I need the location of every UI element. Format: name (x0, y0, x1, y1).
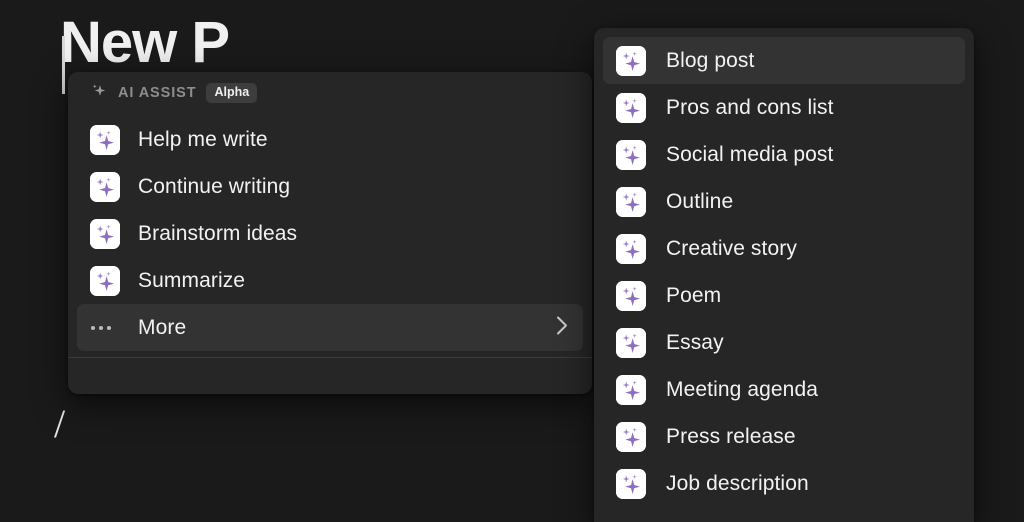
submenu-item-label: Essay (666, 330, 724, 354)
submenu-item-poem[interactable]: Poem (603, 272, 965, 319)
more-submenu: Blog post Pros and cons list Social medi… (594, 28, 974, 522)
chevron-right-icon (554, 314, 570, 341)
sparkle-icon (616, 421, 646, 452)
ai-assist-menu-list: Help me write Continue writing Brainstor… (68, 114, 592, 351)
sparkle-icon (616, 233, 646, 264)
sparkle-icon (616, 139, 646, 170)
submenu-item-label: Poem (666, 283, 722, 307)
sparkle-icon (90, 265, 120, 296)
text-caret (62, 36, 65, 94)
submenu-item-meeting-agenda[interactable]: Meeting agenda (603, 366, 965, 413)
menu-item-label: More (138, 315, 187, 339)
menu-item-more[interactable]: More (77, 304, 583, 351)
submenu-item-essay[interactable]: Essay (603, 319, 965, 366)
more-submenu-list: Blog post Pros and cons list Social medi… (594, 28, 974, 507)
ai-assist-menu-header: AI ASSIST Alpha (68, 72, 592, 114)
submenu-item-label: Blog post (666, 48, 755, 72)
menu-item-summarize[interactable]: Summarize (77, 257, 583, 304)
sparkle-icon (616, 45, 646, 76)
submenu-item-label: Press release (666, 424, 796, 448)
ai-assist-menu: AI ASSIST Alpha Help me write Continue w… (68, 72, 592, 394)
alpha-badge: Alpha (206, 83, 258, 103)
submenu-item-label: Outline (666, 189, 734, 213)
sparkle-icon (616, 186, 646, 217)
submenu-item-label: Meeting agenda (666, 377, 819, 401)
submenu-item-label: Pros and cons list (666, 95, 834, 119)
menu-item-label: Help me write (138, 127, 268, 151)
submenu-item-job-description[interactable]: Job description (603, 460, 965, 507)
sparkle-icon (616, 374, 646, 405)
sparkle-icon (616, 280, 646, 311)
submenu-item-blog-post[interactable]: Blog post (603, 37, 965, 84)
submenu-item-press-release[interactable]: Press release (603, 413, 965, 460)
slash-command-text: / (54, 401, 66, 446)
sparkle-icon (616, 468, 646, 499)
menu-footer (68, 358, 592, 388)
menu-item-label: Brainstorm ideas (138, 221, 298, 245)
submenu-item-label: Social media post (666, 142, 834, 166)
menu-item-continue-writing[interactable]: Continue writing (77, 163, 583, 210)
document-title: New P (60, 10, 230, 75)
submenu-item-outline[interactable]: Outline (603, 178, 965, 225)
menu-item-brainstorm-ideas[interactable]: Brainstorm ideas (77, 210, 583, 257)
sparkle-icon (90, 124, 120, 155)
sparkle-icon (616, 92, 646, 123)
submenu-item-social-media-post[interactable]: Social media post (603, 131, 965, 178)
submenu-item-pros-and-cons-list[interactable]: Pros and cons list (603, 84, 965, 131)
sparkle-icon (90, 82, 108, 105)
submenu-item-creative-story[interactable]: Creative story (603, 225, 965, 272)
ai-assist-label: AI ASSIST (118, 85, 197, 101)
submenu-item-label: Creative story (666, 236, 797, 260)
sparkle-icon (616, 327, 646, 358)
submenu-item-label: Job description (666, 471, 809, 495)
sparkle-icon (90, 171, 120, 202)
menu-item-help-me-write[interactable]: Help me write (77, 116, 583, 163)
ellipsis-icon (90, 313, 120, 343)
sparkle-icon (90, 218, 120, 249)
menu-item-label: Continue writing (138, 174, 291, 198)
menu-item-label: Summarize (138, 268, 246, 292)
